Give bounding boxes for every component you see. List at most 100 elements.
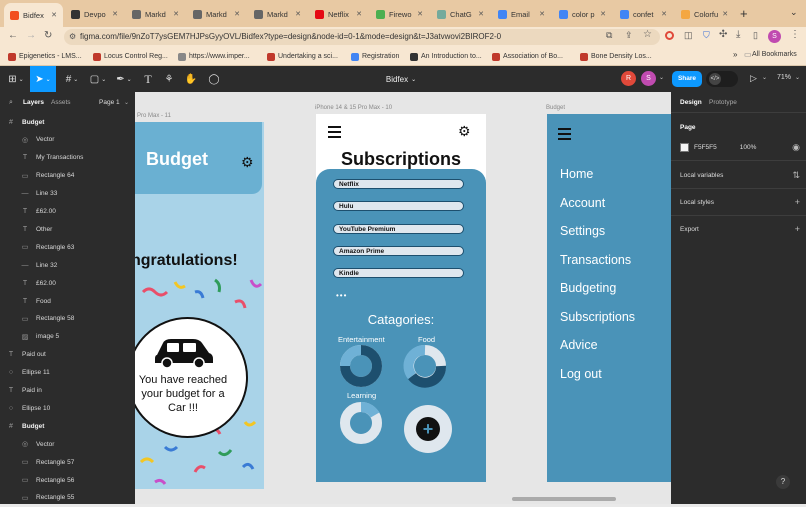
bookmark-item[interactable]: https://www.imper...: [178, 50, 263, 63]
layer-row[interactable]: T Food: [20, 292, 51, 310]
layer-row[interactable]: ○ Ellipse 11: [6, 364, 50, 382]
nav-menu-item[interactable]: Account: [560, 196, 605, 210]
comment-tool-button[interactable]: ◯: [206, 66, 222, 92]
zoom-level[interactable]: 71%: [777, 74, 791, 81]
main-menu-button[interactable]: ⊞ ⌄: [4, 66, 28, 92]
settings-gear-icon[interactable]: ⚙: [458, 123, 471, 140]
layer-row[interactable]: ▨ image 5: [20, 328, 59, 346]
frame-label[interactable]: Pro Max - 11: [137, 113, 171, 119]
layer-row[interactable]: ▭ Rectangle 63: [20, 238, 75, 256]
page-color-value[interactable]: F5F5F5: [694, 144, 717, 151]
layer-row[interactable]: ▭ Rectangle 64: [20, 167, 75, 185]
food-donut-chart[interactable]: [402, 343, 448, 389]
share-page-icon[interactable]: ⇪: [625, 30, 633, 41]
install-app-icon[interactable]: ⧉: [606, 30, 612, 41]
text-tool-button[interactable]: T: [140, 66, 156, 92]
side-panel-icon[interactable]: ▯: [753, 30, 758, 41]
browser-tab[interactable]: Netflix ✕: [309, 4, 368, 24]
url-bar[interactable]: ⚙ figma.com/file/9nZoT7ysGEM7HJPsGyyOVL/…: [64, 29, 660, 45]
learning-donut-chart[interactable]: [338, 400, 384, 446]
page-selector[interactable]: Page 1: [99, 99, 120, 106]
layer-row[interactable]: ▭ Rectangle 58: [20, 310, 75, 328]
back-arrow-icon[interactable]: ←: [8, 30, 18, 41]
layer-row[interactable]: — Line 32: [20, 256, 58, 274]
subscription-item[interactable]: YouTube Premium: [333, 223, 464, 234]
avatar-list-chevron-icon[interactable]: ⌄: [659, 74, 664, 81]
layer-row[interactable]: ◎ Vector: [20, 435, 55, 453]
layer-row[interactable]: # Budget: [6, 417, 44, 435]
tab-close-icon[interactable]: ✕: [234, 10, 240, 18]
new-tab-button[interactable]: +: [740, 6, 748, 21]
present-play-icon[interactable]: ▷: [750, 73, 757, 84]
layer-row[interactable]: ▭ Rectangle 56: [20, 471, 75, 489]
browser-tab[interactable]: color p ✕: [553, 4, 612, 24]
layer-row[interactable]: T Paid in: [6, 382, 42, 400]
frame-label[interactable]: iPhone 14 & 15 Pro Max - 10: [315, 105, 392, 111]
browser-tab[interactable]: Markd ✕: [248, 4, 307, 24]
present-chevron-icon[interactable]: ⌄: [762, 74, 767, 81]
opera-extension-icon[interactable]: [665, 31, 674, 40]
settings-gear-icon[interactable]: ⚙: [241, 154, 254, 171]
add-export-plus-icon[interactable]: +: [795, 224, 800, 234]
browser-tab[interactable]: Email ✕: [492, 4, 551, 24]
shield-extension-icon[interactable]: ⛉: [703, 30, 710, 41]
subscriptions-frame[interactable]: ⚙ Subscriptions Netflix Hulu YouTube Premi…: [316, 114, 486, 482]
bookmark-item[interactable]: Epigenetics - LMS...: [8, 50, 88, 63]
bookmark-item[interactable]: Bone Density Los...: [580, 50, 660, 63]
layer-row[interactable]: T Other: [20, 220, 52, 238]
bookmark-item[interactable]: Registration: [351, 50, 406, 63]
hand-tool-button[interactable]: ✋: [183, 66, 199, 92]
tab-close-icon[interactable]: ✕: [356, 10, 362, 18]
variables-settings-icon[interactable]: ⇅: [792, 170, 800, 181]
tab-layers[interactable]: Layers: [23, 99, 44, 106]
layer-row[interactable]: T My Transactions: [20, 149, 83, 167]
share-button[interactable]: Share: [672, 71, 702, 87]
nav-menu-item[interactable]: Log out: [560, 367, 602, 381]
layer-row[interactable]: ▭ Rectangle 57: [20, 453, 75, 471]
tab-close-icon[interactable]: ✕: [600, 10, 606, 18]
layer-row[interactable]: T £62.00: [20, 274, 56, 292]
subscription-item[interactable]: Hulu: [333, 201, 464, 212]
layer-row[interactable]: ▭ Rectangle 55: [20, 489, 75, 507]
nav-menu-item[interactable]: Budgeting: [560, 281, 616, 295]
forward-arrow-icon[interactable]: →: [26, 30, 36, 41]
nav-menu-item[interactable]: Transactions: [560, 253, 631, 267]
budget-congrats-frame[interactable]: Budget ⚙ ngratulations! You have reached…: [135, 122, 264, 489]
layer-row[interactable]: — Line 33: [20, 185, 58, 203]
collaborator-avatar[interactable]: S: [641, 71, 656, 86]
browser-tab[interactable]: confet ✕: [614, 4, 673, 24]
browser-tab[interactable]: Bidfex ✕: [4, 3, 63, 27]
layer-row[interactable]: ◎ Vector: [20, 131, 55, 149]
tab-close-icon[interactable]: ✕: [173, 10, 179, 18]
collaborator-avatar[interactable]: R: [621, 71, 636, 86]
subscription-item[interactable]: Netflix: [333, 179, 464, 189]
hamburger-menu-icon[interactable]: [328, 126, 341, 138]
layer-row[interactable]: ○ Ellipse 10: [6, 399, 50, 417]
bookmark-item[interactable]: Locus Control Reg...: [93, 50, 173, 63]
download-icon[interactable]: ⤓: [736, 29, 740, 40]
profile-avatar[interactable]: S: [768, 30, 781, 43]
reload-icon[interactable]: ↻: [44, 30, 52, 41]
pen-tool-button[interactable]: ✒ ⌄: [112, 66, 136, 92]
design-canvas[interactable]: Pro Max - 11 Budget ⚙ ngratulations! You…: [135, 92, 671, 504]
nav-menu-item[interactable]: Subscriptions: [560, 310, 635, 324]
puzzle-extensions-icon[interactable]: ✣: [719, 29, 727, 40]
entertainment-donut-chart[interactable]: [338, 343, 384, 389]
layer-row[interactable]: # Budget: [6, 113, 44, 131]
page-color-swatch[interactable]: [680, 143, 689, 152]
browser-tab[interactable]: Colorfu ✕: [675, 4, 734, 24]
file-name-menu[interactable]: Bidfex ⌄: [376, 66, 426, 92]
bookmark-item[interactable]: An Introduction to...: [410, 50, 488, 63]
shape-tool-button[interactable]: ▢ ⌄: [86, 66, 110, 92]
tab-close-icon[interactable]: ✕: [295, 10, 301, 18]
tab-close-icon[interactable]: ✕: [112, 10, 118, 18]
tab-close-icon[interactable]: ✕: [661, 10, 667, 18]
tab-list-chevron-icon[interactable]: ⌄: [790, 7, 798, 18]
layer-row[interactable]: T £62.00: [20, 203, 56, 221]
zoom-chevron-icon[interactable]: ⌄: [795, 74, 800, 81]
all-bookmarks-button[interactable]: All Bookmarks: [752, 51, 797, 58]
add-style-plus-icon[interactable]: +: [795, 197, 800, 207]
add-category-button[interactable]: +: [404, 405, 452, 453]
tab-close-icon[interactable]: ✕: [539, 10, 545, 18]
browser-tab[interactable]: Firewo ✕: [370, 4, 429, 24]
